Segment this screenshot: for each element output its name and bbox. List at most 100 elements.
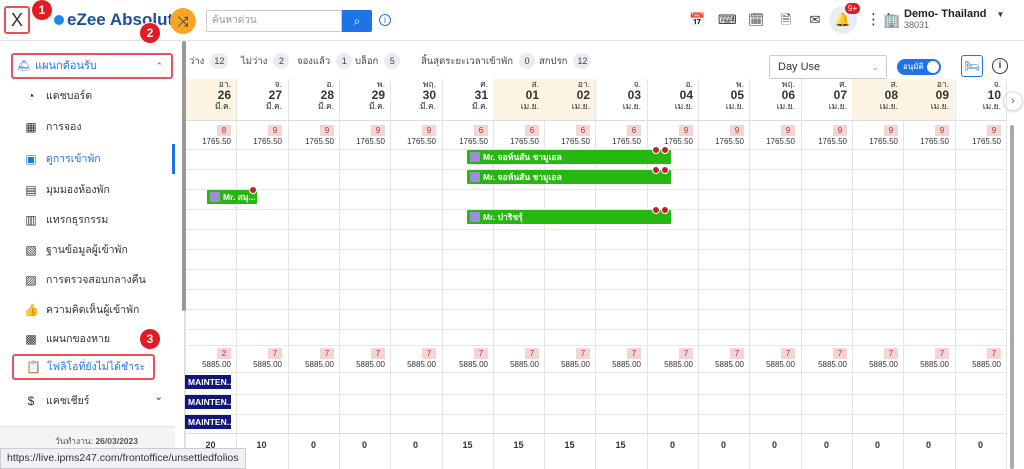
date-header[interactable]: ศ. 07 เม.ย. bbox=[801, 79, 852, 121]
date-header[interactable]: จ. 10 เม.ย. bbox=[955, 79, 1006, 121]
sidebar-item-0[interactable]: ◔ แดชบอร์ด bbox=[0, 81, 175, 111]
date-header[interactable]: อ. 04 เม.ย. bbox=[647, 79, 698, 121]
date-header[interactable]: ส. 01 เม.ย. bbox=[493, 79, 544, 121]
calendar-add-icon[interactable]: 📅 bbox=[689, 12, 705, 28]
row-divider bbox=[185, 345, 1005, 346]
row-divider bbox=[185, 289, 1005, 290]
availability-cell: 7 5885.00 bbox=[544, 346, 595, 372]
approve-toggle[interactable]: อนุมัติ bbox=[897, 59, 941, 75]
close-menu-button[interactable]: X bbox=[4, 6, 30, 34]
availability-cell: 9 1765.50 bbox=[288, 123, 339, 149]
reservation-bar[interactable]: Mr. จอห์นสัน ชามูเอล bbox=[467, 170, 671, 184]
sidebar-item-6[interactable]: ▨ การตรวจสอบกลางคืน bbox=[0, 265, 175, 295]
availability-count: 8 bbox=[217, 125, 231, 136]
availability-count: 7 bbox=[781, 348, 795, 359]
sidebar-item-4[interactable]: ▥ แทรกธุรกรรม bbox=[0, 205, 175, 235]
date-header[interactable]: อา. 09 เม.ย. bbox=[903, 79, 954, 121]
availability-count: 7 bbox=[525, 348, 539, 359]
search-button[interactable]: ⌕ bbox=[342, 10, 372, 32]
stat-count: 1 bbox=[336, 53, 353, 69]
brand-logo[interactable]: eZee Absolute bbox=[54, 10, 183, 30]
reservation-bar[interactable]: Mr. จอห์นสัน ชามูเอล bbox=[467, 150, 671, 164]
document-icon[interactable]: 🗎 bbox=[778, 12, 794, 28]
availability-count: 7 bbox=[987, 348, 1001, 359]
room-rate: 1765.50 bbox=[202, 137, 231, 146]
chevron-right-icon: › bbox=[1011, 95, 1015, 107]
room-rate: 5885.00 bbox=[920, 360, 949, 369]
sidebar-item-10[interactable]: $ แคชเชียร์ ⌄ bbox=[0, 386, 175, 416]
sidebar-item-1[interactable]: ▦ การจอง bbox=[0, 112, 175, 142]
shuffle-icon[interactable]: ⤨ bbox=[170, 8, 196, 34]
reservation-status-icons bbox=[651, 205, 669, 217]
bed-icon[interactable]: 🛏 bbox=[961, 55, 983, 77]
sidebar-item-8[interactable]: ▩ แผนกของหาย bbox=[0, 324, 175, 354]
date-header[interactable]: พ. 05 เม.ย. bbox=[698, 79, 749, 121]
reservation-guest-name: Mr. ปาริชรุ์ bbox=[483, 212, 523, 222]
date-header[interactable]: จ. 03 เม.ย. bbox=[595, 79, 646, 121]
date-day: 03 bbox=[627, 88, 641, 102]
notification-badge: 9+ bbox=[845, 3, 861, 14]
mail-icon[interactable]: ✉ bbox=[807, 12, 823, 28]
availability-cell: 7 5885.00 bbox=[493, 346, 544, 372]
date-month: มี.ค. bbox=[368, 101, 385, 111]
room-rate: 5885.00 bbox=[459, 360, 488, 369]
bell-desk-icon: 🛎 bbox=[17, 60, 31, 72]
room-rate: 1765.50 bbox=[766, 137, 795, 146]
availability-cell: 9 1765.50 bbox=[955, 123, 1006, 149]
view-select[interactable]: Day Use ⌄ bbox=[769, 55, 887, 79]
availability-cell: 8 1765.50 bbox=[185, 123, 236, 149]
date-header[interactable]: อา. 02 เม.ย. bbox=[544, 79, 595, 121]
sidebar-item-5[interactable]: ▧ ฐานข้อมูลผู้เข้าพัก bbox=[0, 235, 175, 265]
reservation-bar[interactable]: Mr. ปาริชรุ์ bbox=[467, 210, 671, 224]
search-input[interactable]: ค้นหาด่วน bbox=[206, 10, 342, 32]
calendar-icon: ▦ bbox=[25, 120, 37, 134]
room-rate: 1765.50 bbox=[612, 137, 641, 146]
sidebar-item-label: แคชเชียร์ bbox=[46, 395, 90, 407]
date-header[interactable]: พฤ. 30 มี.ค. bbox=[390, 79, 441, 121]
date-header[interactable]: ศ. 31 มี.ค. bbox=[442, 79, 493, 121]
availability-cell: 6 1765.50 bbox=[544, 123, 595, 149]
sidebar-item-label: โฟลิโอที่ยังไม่ได้ชำระ bbox=[47, 361, 146, 373]
info-icon[interactable]: i bbox=[379, 14, 391, 26]
status-dot-icon bbox=[249, 186, 257, 194]
availability-count: 6 bbox=[525, 125, 539, 136]
date-header[interactable]: อา. 26 มี.ค. bbox=[185, 79, 236, 121]
hotel-selector[interactable]: Demo- Thailand ▼ 38031 bbox=[904, 8, 1004, 30]
availability-count: 9 bbox=[730, 125, 744, 136]
maintenance-block[interactable]: MAINTEN... bbox=[185, 415, 231, 429]
availability-count: 7 bbox=[833, 348, 847, 359]
keyboard-icon[interactable]: ⌨ bbox=[718, 12, 737, 28]
stat-label: ไม่ว่าง bbox=[241, 56, 268, 67]
annotation-badge-2: 2 bbox=[140, 23, 160, 43]
front-desk-menu-toggle[interactable]: 🛎 แผนกต้อนรับ ⌃ bbox=[11, 53, 173, 79]
total-cell: 15 bbox=[595, 433, 646, 455]
availability-count: 7 bbox=[371, 348, 385, 359]
sidebar-item-label: ฐานข้อมูลผู้เข้าพัก bbox=[46, 244, 128, 256]
total-cell: 0 bbox=[647, 433, 698, 455]
availability-cell: 9 1765.50 bbox=[903, 123, 954, 149]
grid-scrollbar[interactable] bbox=[1010, 125, 1014, 469]
date-header[interactable]: อ. 28 มี.ค. bbox=[288, 79, 339, 121]
availability-count: 2 bbox=[217, 348, 231, 359]
calendar-icon[interactable]: 🗓 bbox=[748, 12, 765, 28]
sidebar-scrollbar[interactable] bbox=[182, 41, 186, 311]
sidebar-item-3[interactable]: ▤ มุมมองห้องพัก bbox=[0, 175, 175, 205]
date-header[interactable]: พฤ. 06 เม.ย. bbox=[749, 79, 800, 121]
availability-cell: 9 1765.50 bbox=[236, 123, 287, 149]
room-rate: 1765.50 bbox=[818, 137, 847, 146]
status-dot-icon bbox=[661, 166, 669, 174]
date-header[interactable]: ส. 08 เม.ย. bbox=[852, 79, 903, 121]
grid-icon[interactable]: ⋮⋮ bbox=[866, 12, 896, 28]
total-cell: 0 bbox=[390, 433, 441, 455]
maintenance-block[interactable]: MAINTEN... bbox=[185, 375, 231, 389]
sidebar-item-2[interactable]: ▣ ดูการเข้าพัก bbox=[0, 144, 175, 174]
info-icon[interactable]: i bbox=[992, 58, 1008, 74]
availability-cell: 7 5885.00 bbox=[801, 346, 852, 372]
availability-count: 6 bbox=[627, 125, 641, 136]
date-header[interactable]: จ. 27 มี.ค. bbox=[236, 79, 287, 121]
availability-cell: 9 1765.50 bbox=[749, 123, 800, 149]
date-header[interactable]: พ. 29 มี.ค. bbox=[339, 79, 390, 121]
sidebar-item-7[interactable]: 👍 ความคิดเห็นผู้เข้าพัก bbox=[0, 295, 175, 325]
sidebar-item-9[interactable]: 📋 โฟลิโอที่ยังไม่ได้ชำระ bbox=[12, 354, 155, 380]
maintenance-block[interactable]: MAINTEN... bbox=[185, 395, 231, 409]
